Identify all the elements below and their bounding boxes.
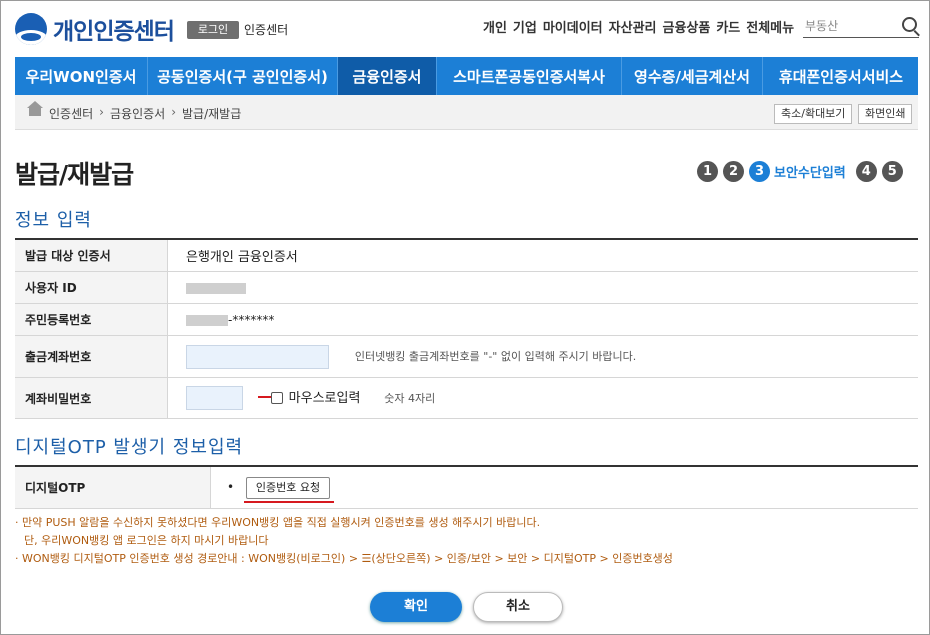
account-label: 출금계좌번호: [15, 335, 168, 378]
notice-item: 단, 우리WON뱅킹 앱 로그인은 하지 마시기 바랍니다: [24, 534, 269, 547]
account-number-input[interactable]: [186, 344, 329, 369]
rrn-suffix: -*******: [228, 312, 275, 327]
user-id-value: [167, 271, 918, 304]
bullet: •: [227, 479, 235, 494]
top-menu-business[interactable]: 기업: [513, 20, 537, 38]
step-indicator: 1 2 3 보안수단입력 4 5: [697, 161, 908, 182]
table-row: 계좌비밀번호 마우스로입력 숫자 4자리: [15, 377, 918, 419]
print-button[interactable]: 화면인쇄: [858, 104, 913, 124]
table-row: 발급 대상 인증서 은행개인 금융인증서: [15, 239, 918, 272]
top-menu-personal[interactable]: 개인: [483, 20, 507, 38]
step-1: 1: [697, 161, 718, 182]
nav-mobile-certificate[interactable]: 휴대폰인증서서비스: [763, 57, 919, 95]
request-button-highlight-underline: [244, 501, 334, 503]
table-row: 사용자 ID: [15, 271, 918, 304]
table-row: 출금계좌번호 인터넷뱅킹 출금계좌번호를 "-" 없이 입력해 주시기 바랍니다…: [15, 335, 918, 378]
bank-logo-icon: [15, 13, 47, 45]
notice-item: · WON뱅킹 디지털OTP 인증번호 생성 경로안내 : WON뱅킹(비로그인…: [15, 552, 673, 565]
password-cell: 마우스로입력 숫자 4자리: [167, 377, 918, 419]
breadcrumb-item[interactable]: 인증센터: [49, 105, 93, 122]
info-section-title: 정보 입력: [15, 210, 92, 231]
account-hint: 인터넷뱅킹 출금계좌번호를 "-" 없이 입력해 주시기 바랍니다.: [354, 350, 637, 363]
nav-financial-certificate[interactable]: 금융인증서: [338, 57, 437, 95]
nav-won-certificate[interactable]: 우리WON인증서: [15, 57, 148, 95]
rrn-label: 주민등록번호: [15, 303, 168, 336]
site-logo[interactable]: 개인인증센터: [15, 12, 175, 46]
logo-text: 개인인증센터: [53, 19, 175, 45]
cancel-button[interactable]: 취소: [473, 592, 563, 622]
account-password-input[interactable]: [186, 386, 243, 410]
top-menu-all[interactable]: 전체메뉴: [746, 20, 794, 38]
breadcrumb: 인증센터 › 금융인증서 › 발급/재발급: [49, 105, 241, 122]
main-nav: 우리WON인증서 공동인증서(구 공인인증서) 금융인증서 스마트폰공동인증서복…: [15, 57, 918, 95]
checkbox-highlight-underline: [258, 396, 271, 398]
target-value: 은행개인 금융인증서: [167, 239, 918, 272]
table-row: 주민등록번호 -*******: [15, 303, 918, 336]
notice-item: · 만약 PUSH 알람을 수신하지 못하셨다면 우리WON뱅킹 앱을 직접 실…: [15, 516, 541, 529]
search-icon[interactable]: [902, 17, 917, 32]
mouse-input-checkbox[interactable]: [270, 392, 283, 404]
masked-user-id: [186, 282, 246, 294]
chevron-right-icon: ›: [99, 105, 104, 119]
password-label: 계좌비밀번호: [15, 377, 168, 419]
top-menu-products[interactable]: 금융상품: [663, 20, 711, 38]
otp-section-title: 디지털OTP 발생기 정보입력: [15, 437, 244, 458]
breadcrumb-item-current: 발급/재발급: [182, 107, 242, 121]
nav-joint-certificate[interactable]: 공동인증서(구 공인인증서): [148, 57, 338, 95]
chevron-right-icon: ›: [171, 105, 176, 119]
zoom-toggle-button[interactable]: 축소/확대보기: [774, 104, 853, 124]
page-title: 발급/재발급: [15, 160, 134, 189]
info-form-table: 발급 대상 인증서 은행개인 금융인증서 사용자 ID 주민등록번호 -****…: [15, 238, 918, 419]
login-button[interactable]: 로그인: [187, 21, 239, 39]
current-step-label: 보안수단입력: [774, 166, 846, 181]
nav-receipt-tax-invoice[interactable]: 영수증/세금계산서: [622, 57, 763, 95]
otp-label: 디지털OTP: [15, 466, 211, 509]
confirm-button[interactable]: 확인: [370, 592, 462, 622]
table-row: 디지털OTP • 인증번호 요청: [15, 466, 918, 509]
notice-list: · 만약 PUSH 알람을 수신하지 못하셨다면 우리WON뱅킹 앱을 직접 실…: [15, 514, 673, 568]
step-2: 2: [723, 161, 744, 182]
search-box: [803, 15, 919, 38]
breadcrumb-item[interactable]: 금융인증서: [110, 105, 165, 122]
account-cell: 인터넷뱅킹 출금계좌번호를 "-" 없이 입력해 주시기 바랍니다.: [167, 335, 918, 378]
request-code-button[interactable]: 인증번호 요청: [245, 476, 331, 499]
breadcrumb-bar: 인증센터 › 금융인증서 › 발급/재발급 축소/확대보기 화면인쇄: [15, 95, 918, 130]
top-menu-asset[interactable]: 자산관리: [609, 20, 657, 38]
top-menu-mydata[interactable]: 마이데이터: [543, 20, 603, 38]
password-hint: 숫자 4자리: [384, 391, 436, 405]
top-menu-card[interactable]: 카드: [716, 20, 740, 38]
mouse-input-label[interactable]: 마우스로입력: [289, 391, 361, 406]
step-4: 4: [855, 161, 877, 182]
masked-rrn: [186, 314, 228, 326]
auth-center-link[interactable]: 인증센터: [244, 21, 288, 39]
otp-table: 디지털OTP • 인증번호 요청: [15, 465, 918, 509]
search-input[interactable]: [803, 17, 895, 33]
mouse-input-checkbox-wrap[interactable]: 마우스로입력: [270, 391, 361, 406]
top-menu: 개인 기업 마이데이터 자산관리 금융상품 카드 전체메뉴: [483, 20, 800, 38]
user-id-label: 사용자 ID: [15, 271, 168, 304]
step-5: 5: [881, 161, 903, 182]
step-3-current: 3: [749, 161, 770, 182]
nav-smartphone-copy[interactable]: 스마트폰공동인증서복사: [437, 57, 622, 95]
rrn-value: -*******: [167, 303, 918, 336]
home-icon[interactable]: [27, 101, 43, 116]
target-label: 발급 대상 인증서: [15, 239, 168, 272]
